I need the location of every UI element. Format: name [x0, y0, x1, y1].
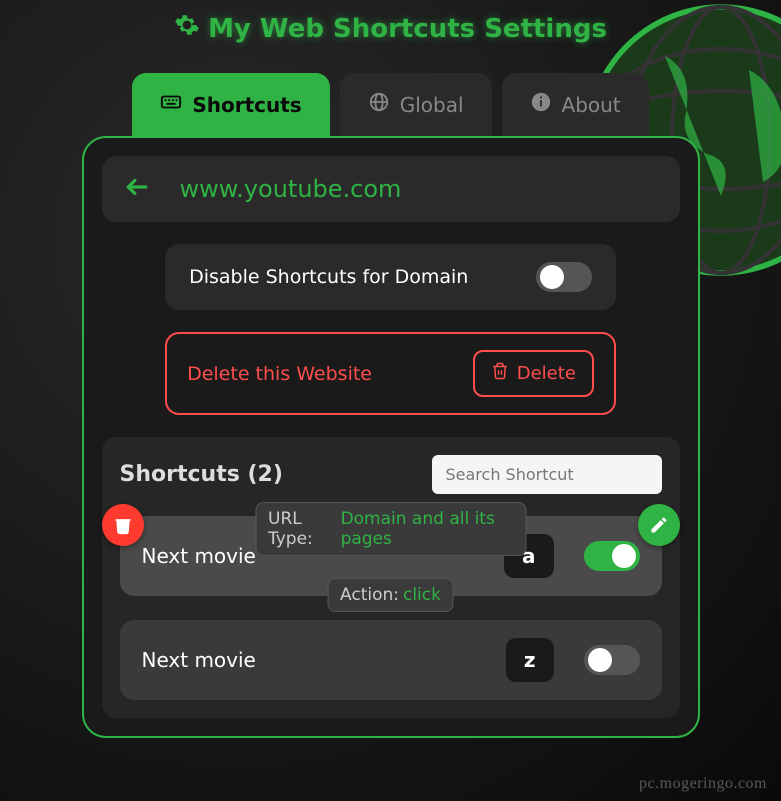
delete-button[interactable]: Delete [473, 350, 594, 397]
domain-bar: www.youtube.com [102, 156, 680, 222]
tab-about[interactable]: About [502, 73, 649, 136]
shortcut-row[interactable]: Next movie z [120, 620, 662, 700]
tab-shortcuts[interactable]: Shortcuts [132, 73, 329, 136]
url-type-label: URL Type: [268, 509, 337, 549]
action-badge: Action: click [327, 578, 454, 612]
keyboard-icon [160, 91, 182, 118]
shortcut-toggle[interactable] [584, 645, 640, 675]
action-label: Action: [340, 585, 399, 605]
globe-icon [368, 91, 390, 118]
tab-label: About [562, 93, 621, 117]
tab-label: Shortcuts [192, 93, 301, 117]
delete-shortcut-button[interactable] [102, 504, 144, 546]
watermark: pc.mogeringo.com [639, 775, 767, 793]
disable-shortcuts-bar: Disable Shortcuts for Domain [165, 244, 616, 310]
delete-label: Delete this Website [187, 363, 372, 385]
url-type-badge: URL Type: Domain and all its pages [255, 502, 526, 556]
tabs: Shortcuts Global About [0, 73, 781, 136]
delete-button-label: Delete [517, 363, 576, 384]
settings-panel: www.youtube.com Disable Shortcuts for Do… [82, 136, 700, 738]
disable-label: Disable Shortcuts for Domain [189, 266, 468, 288]
page-title: My Web Shortcuts Settings [0, 0, 781, 53]
url-type-value: Domain and all its pages [341, 509, 513, 549]
delete-website-bar: Delete this Website Delete [165, 332, 616, 415]
gear-icon [174, 12, 200, 45]
shortcuts-section: Shortcuts (2) URL Type: Domain and all i… [102, 437, 680, 718]
shortcut-key: z [506, 638, 554, 682]
shortcut-toggle[interactable] [584, 541, 640, 571]
shortcuts-title: Shortcuts (2) [120, 462, 283, 487]
trash-icon [491, 362, 509, 385]
disable-toggle[interactable] [536, 262, 592, 292]
domain-name: www.youtube.com [180, 175, 402, 203]
search-shortcut-input[interactable] [432, 455, 662, 494]
tab-label: Global [400, 93, 464, 117]
shortcut-name: Next movie [142, 648, 506, 672]
edit-shortcut-button[interactable] [638, 504, 680, 546]
action-value: click [403, 585, 441, 605]
info-icon [530, 91, 552, 118]
back-arrow-icon[interactable] [124, 174, 150, 204]
tab-global[interactable]: Global [340, 73, 492, 136]
shortcuts-header: Shortcuts (2) [120, 455, 662, 494]
